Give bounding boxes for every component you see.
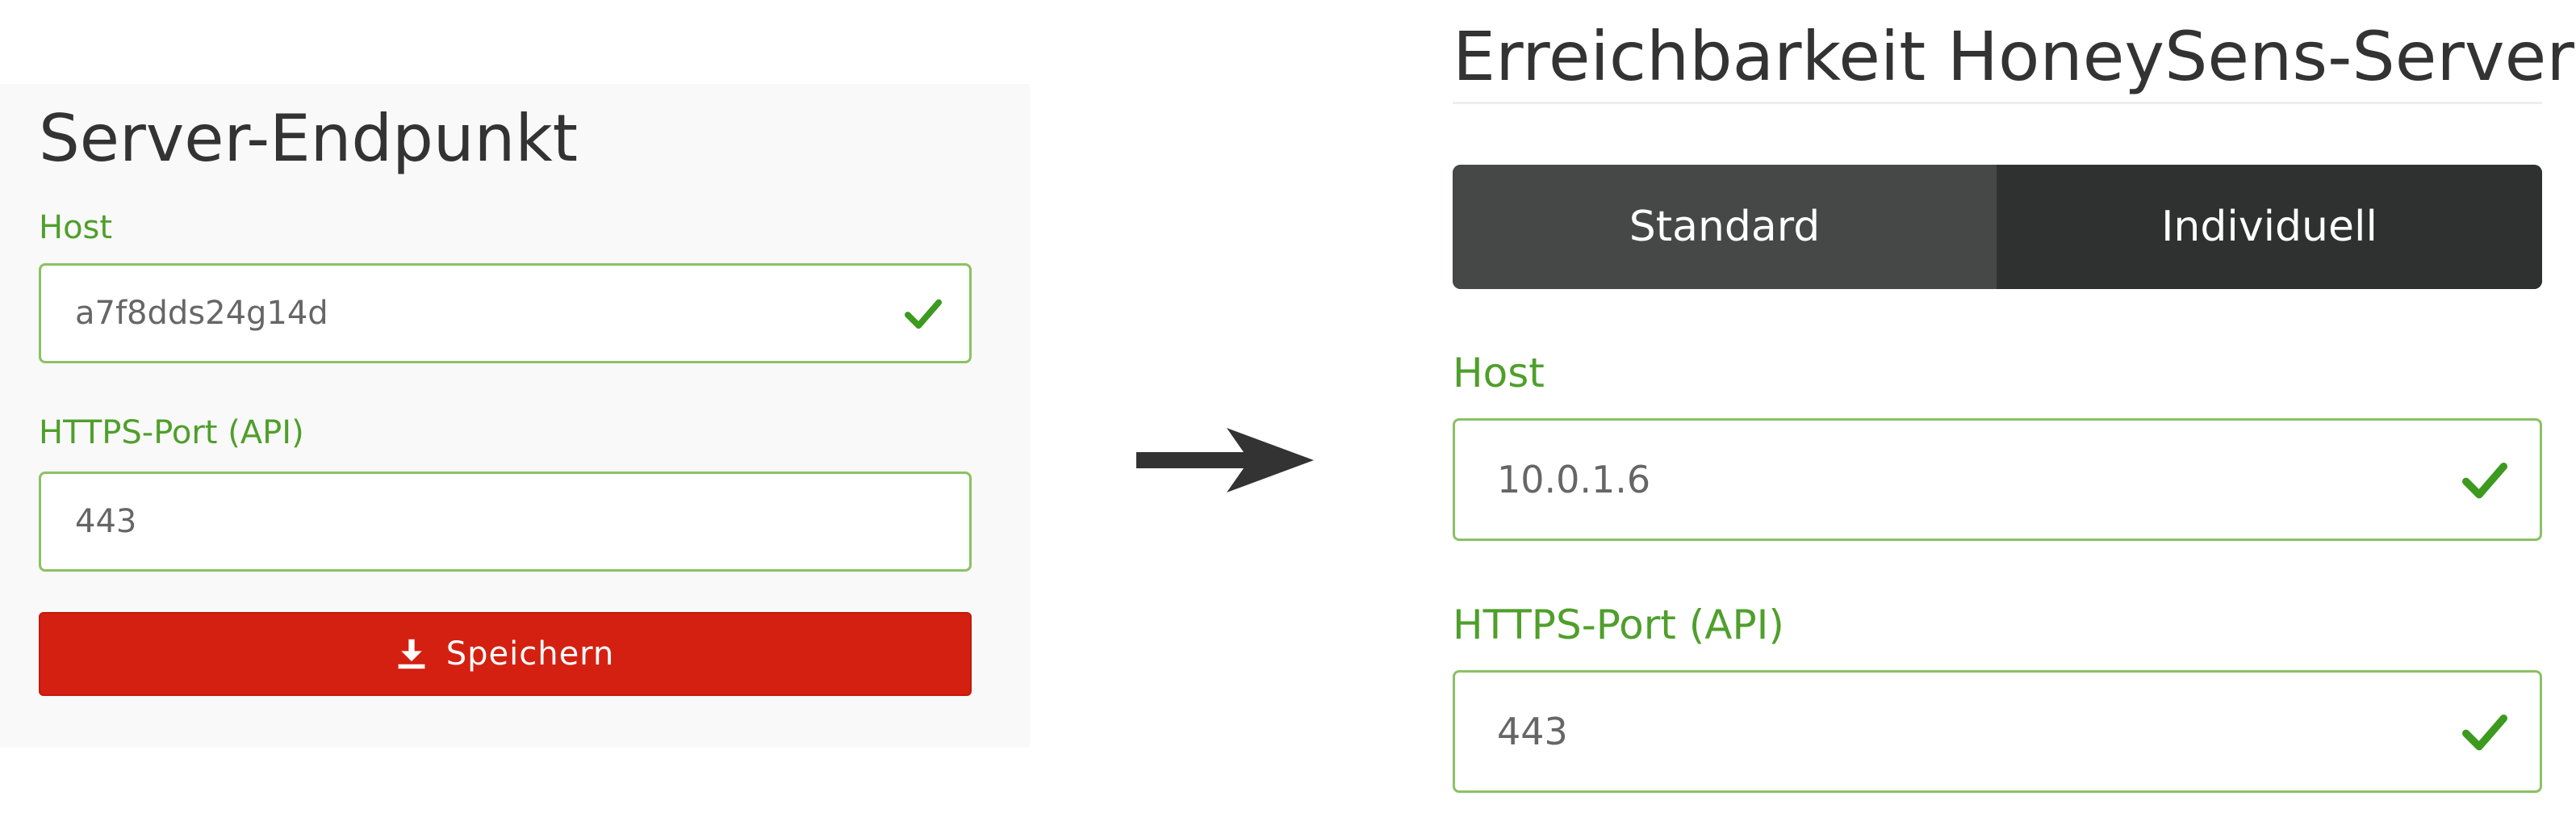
server-endpoint-panel: Server-Endpunkt Host a7f8dds24g14d HTTPS… [0,84,1030,748]
save-button-label: Speichern [445,635,615,673]
https-port-input[interactable]: 443 [1453,670,2542,793]
title-divider [1453,102,2542,104]
host-input-value: a7f8dds24g14d [75,295,328,332]
host-label: Host [39,209,113,246]
host-input-value: 10.0.1.6 [1497,458,1651,501]
panel-title: Server-Endpunkt [39,101,579,176]
host-label: Host [1453,350,1545,396]
https-port-label: HTTPS-Port (API) [39,414,304,451]
save-button[interactable]: Speichern [39,612,972,696]
https-port-input-value: 443 [1497,710,1568,753]
arrow-right-icon [1136,428,1314,493]
https-port-input[interactable]: 443 [39,472,972,572]
host-input[interactable]: a7f8dds24g14d [39,263,972,363]
screenshot-stage: Server-Endpunkt Host a7f8dds24g14d HTTPS… [0,0,2576,830]
checkmark-icon [2462,715,2507,751]
checkmark-icon [905,299,942,329]
tab-individuell[interactable]: Individuell [1997,165,2542,289]
reachability-title: Erreichbarkeit HoneySens-Server [1453,17,2574,96]
checkmark-icon [2462,463,2507,499]
https-port-label: HTTPS-Port (API) [1453,602,1784,648]
download-icon [398,639,425,669]
host-input[interactable]: 10.0.1.6 [1453,418,2542,541]
tab-standard[interactable]: Standard [1453,165,1997,289]
reachability-mode-toggle: Standard Individuell [1453,165,2542,289]
https-port-input-value: 443 [75,503,137,540]
